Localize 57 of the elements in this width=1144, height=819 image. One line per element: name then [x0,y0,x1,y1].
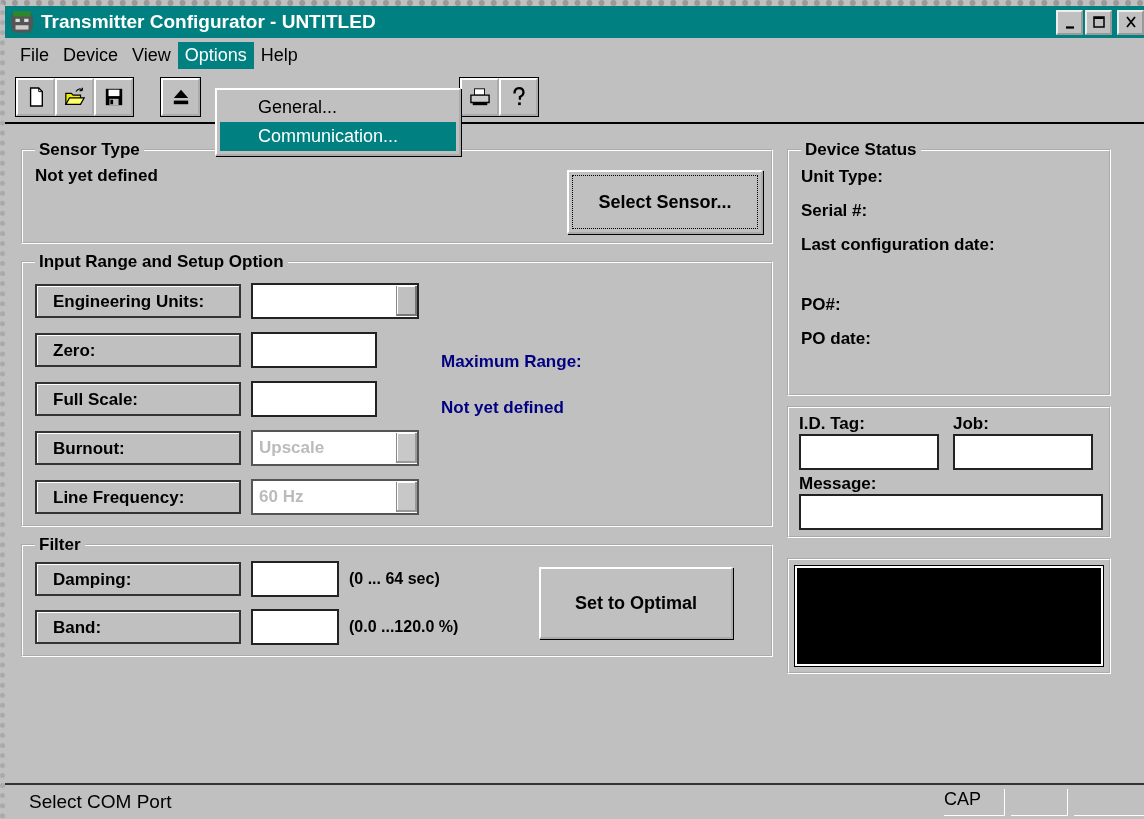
field-label: Band: [35,610,241,644]
window-title: Transmitter Configurator - UNTITLED [41,11,377,33]
status-label: PO date: [801,328,872,350]
field-label: Job: [953,414,990,434]
menu-item[interactable]: View [125,41,178,69]
status-label: Unit Type: [801,166,884,188]
group-title: Input Range and Setup Option [38,252,285,272]
maximize-button[interactable] [1085,9,1112,35]
input-field[interactable] [251,561,339,597]
folder-icon[interactable] [55,78,94,116]
menu-item[interactable]: Device [56,41,126,69]
group-title: Sensor Type [38,140,141,160]
close-button[interactable] [1117,9,1144,35]
minimize-icon [1065,25,1074,29]
input-field[interactable] [799,434,939,470]
field-label: Full Scale: [35,381,241,416]
menu-option[interactable]: General... [220,93,456,122]
select-sensor-button[interactable]: Select Sensor... [567,170,763,234]
close-icon [1123,16,1138,28]
field-label: I.D. Tag: [799,414,866,434]
status-indicator: CAP [944,788,1005,816]
input-field[interactable] [799,494,1103,530]
status-text: Select COM Port [29,791,173,813]
status-label: Serial #: [801,200,869,222]
maximize-icon [1091,16,1106,28]
status-label: PO#: [801,294,842,316]
question-mark-icon[interactable] [499,78,538,116]
printer-icon[interactable] [460,78,499,116]
field-label: Burnout: [35,430,241,465]
eject-icon[interactable] [161,78,200,116]
new-file-icon[interactable] [16,78,55,116]
field-label: Message: [799,474,878,494]
range-hint: (0.0 ...120.0 %) [349,618,460,636]
minimize-button[interactable] [1056,9,1083,35]
max-range-label: Maximum Range: [441,352,582,372]
field-label: Damping: [35,562,241,596]
field-label: Engineering Units: [35,283,241,318]
menu-item[interactable]: Help [253,41,305,69]
status-label: Last configuration date: [801,234,996,256]
max-range-value: Not yet defined [441,398,565,418]
menu-option[interactable]: Communication... [220,122,456,151]
field-label: Line Frequency: [35,479,241,514]
input-field[interactable] [251,380,377,417]
sensor-type-value: Not yet defined [35,166,158,186]
input-field[interactable] [251,609,339,645]
range-hint: (0 ... 64 sec) [349,570,441,588]
input-field[interactable] [251,331,377,368]
menu-item[interactable]: File [13,41,56,69]
set-to-optimal-button[interactable]: Set to Optimal [539,567,733,639]
status-panel [1011,788,1068,816]
dropdown-field[interactable] [251,282,419,319]
menu-item[interactable]: Options [177,41,254,69]
field-label: Zero: [35,332,241,367]
group-title: Device Status [804,140,918,160]
input-field[interactable] [953,434,1093,470]
group-title: Filter [38,535,82,555]
app-icon [9,9,35,35]
